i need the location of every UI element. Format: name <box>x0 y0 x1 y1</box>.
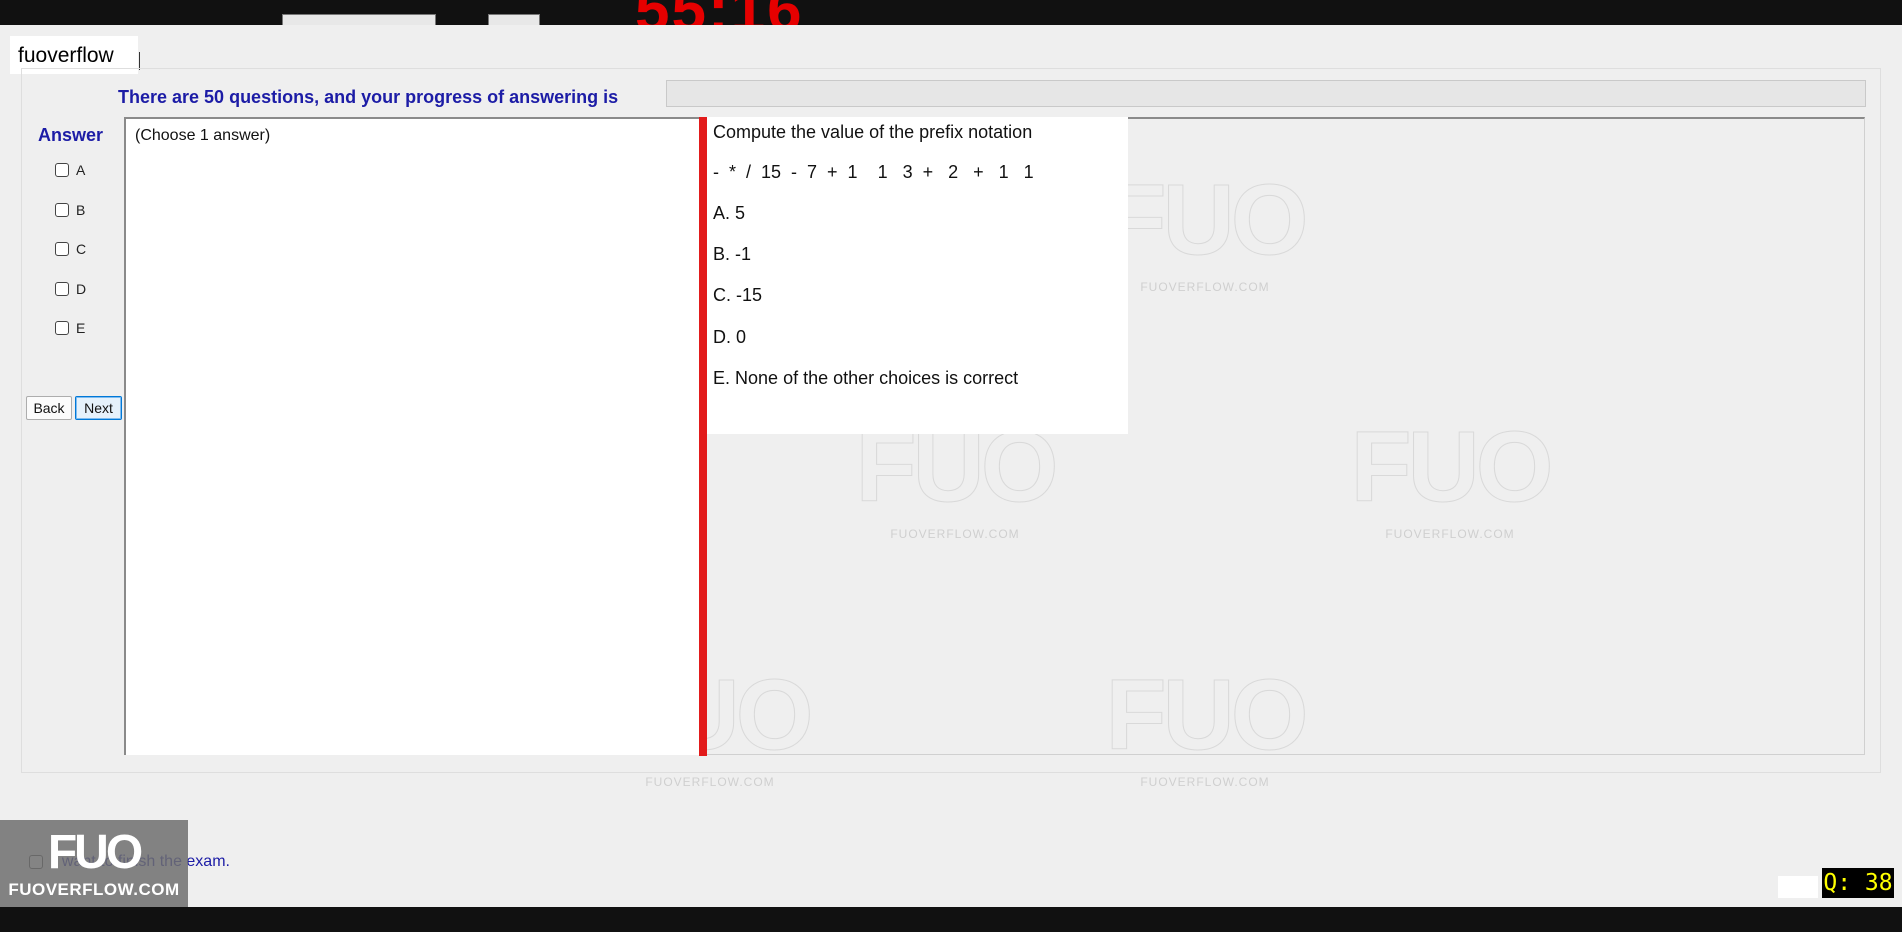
question-title: Compute the value of the prefix notation <box>713 122 1033 142</box>
blank-panel <box>1778 876 1818 898</box>
checkbox-icon[interactable] <box>55 282 69 296</box>
answer-option-label: E <box>76 320 86 336</box>
choice-text: None of the other choices is correct <box>735 368 1019 388</box>
exam-code-combobox[interactable] <box>282 14 436 25</box>
checkbox-icon[interactable] <box>55 242 69 256</box>
choice-text: 5 <box>735 203 746 223</box>
question-expression: - * / 15 - 7 + 1 1 3 + 2 + 1 1 <box>713 162 1034 182</box>
panel-splitter[interactable] <box>699 117 707 756</box>
choice-text: 0 <box>736 327 747 347</box>
progress-text: There are 50 questions, and your progres… <box>118 87 619 107</box>
next-button[interactable]: Next <box>75 396 122 420</box>
progress-bar <box>666 80 1866 107</box>
answer-area[interactable]: (Choose 1 answer) <box>124 117 700 755</box>
choice-text: -1 <box>735 244 752 264</box>
choice-b: B. -1 <box>713 244 751 265</box>
answer-option-label: B <box>76 202 86 218</box>
choice-letter: A. <box>713 203 731 223</box>
answer-option-label: C <box>76 241 87 257</box>
choose-hint: (Choose 1 answer) <box>135 127 271 144</box>
choice-a: A. 5 <box>713 203 745 224</box>
checkbox-icon[interactable] <box>55 203 69 217</box>
logo-site-name: FUOVERFLOW.COM <box>8 880 180 899</box>
font-size-spinner[interactable] <box>488 14 540 25</box>
choice-text: -15 <box>736 285 763 305</box>
answer-option-a[interactable]: A <box>55 161 85 179</box>
answer-option-label: D <box>76 281 87 297</box>
question-content: Compute the value of the prefix notation… <box>707 117 1128 434</box>
back-button[interactable]: Back <box>26 396 72 420</box>
choice-letter: B. <box>713 244 731 264</box>
choice-c: C. -15 <box>713 285 762 306</box>
answer-option-d[interactable]: D <box>55 280 86 298</box>
choice-e: E. None of the other choices is correct <box>713 368 1018 389</box>
choice-letter: C. <box>713 285 731 305</box>
bottom-bar <box>0 907 1902 932</box>
choice-letter: E. <box>713 368 731 388</box>
checkbox-icon[interactable] <box>55 163 69 177</box>
top-toolbar: 55:16 <box>0 0 1902 25</box>
answer-option-b[interactable]: B <box>55 201 85 219</box>
logo-mark: FUO <box>47 826 143 879</box>
answer-option-e[interactable]: E <box>55 319 85 337</box>
countdown-timer: 55:16 <box>635 0 804 25</box>
question-counter: Q: 38 <box>1822 868 1894 898</box>
checkbox-icon[interactable] <box>55 321 69 335</box>
choice-d: D. 0 <box>713 327 746 348</box>
answer-option-c[interactable]: C <box>55 240 86 258</box>
answer-heading: Answer <box>38 125 104 145</box>
answer-option-label: A <box>76 162 86 178</box>
site-logo: FUO FUOVERFLOW.COM <box>0 820 188 907</box>
choice-letter: D. <box>713 327 731 347</box>
